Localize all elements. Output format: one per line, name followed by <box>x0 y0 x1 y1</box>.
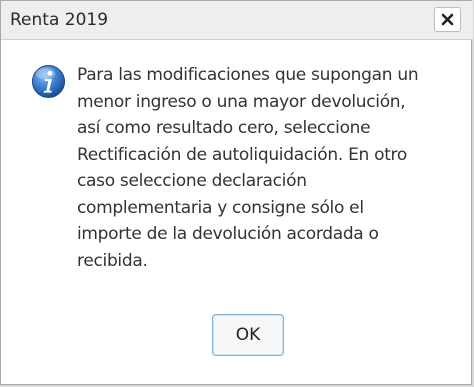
message-line: caso seleccione declaración <box>77 171 307 191</box>
info-icon <box>31 64 66 99</box>
ok-button[interactable]: OK <box>212 314 284 356</box>
message-line: Rectificación de autoliquidación. En otr… <box>77 144 407 165</box>
message-line: menor ingreso o una mayor devolución, <box>77 91 406 112</box>
message-line: Para las modificaciones que supongan un <box>77 65 419 85</box>
message-line: importe de la devolución acordada o <box>77 224 379 244</box>
close-button[interactable] <box>434 7 461 32</box>
dialog-window: Renta 2019 Para las modificaciones que s… <box>0 0 473 385</box>
dialog-message: Para las modificaciones que supongan un … <box>77 62 469 274</box>
dialog-title: Renta 2019 <box>10 10 109 30</box>
message-line: recibida. <box>77 250 148 271</box>
dialog-titlebar: Renta 2019 <box>1 1 473 40</box>
message-line: complementaria y consigne sólo el <box>77 197 364 218</box>
message-line: así como resultado cero, seleccione <box>77 118 371 138</box>
close-icon <box>441 13 454 26</box>
